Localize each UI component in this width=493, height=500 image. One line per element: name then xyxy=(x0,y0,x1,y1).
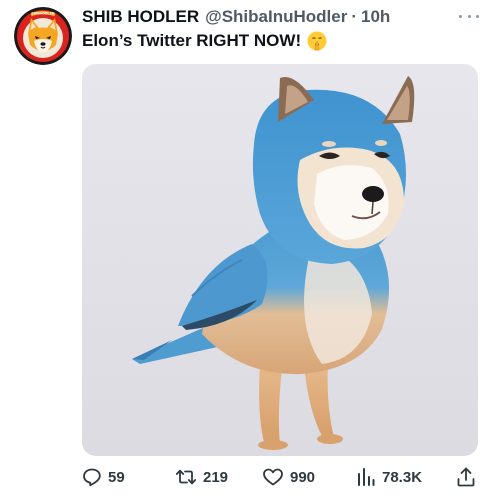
shushing-face-emoji xyxy=(307,31,327,51)
tweet-text-content: Elon’s Twitter RIGHT NOW! xyxy=(82,31,302,50)
tweet[interactable]: SHIBHODLER SHIB HODLER @ShibaInuHodler ·… xyxy=(0,0,493,500)
heart-icon xyxy=(263,468,283,486)
reply-count: 59 xyxy=(108,468,125,486)
tweet-media[interactable] xyxy=(82,64,478,456)
reply-button[interactable]: 59 xyxy=(82,462,125,492)
shiba-inu-logo-icon: SHIBHODLER xyxy=(14,7,72,65)
display-name[interactable]: SHIB HODLER xyxy=(82,7,199,27)
share-button[interactable] xyxy=(456,462,476,492)
avatar-badge-text: SHIBHODLER xyxy=(31,12,55,16)
like-count: 990 xyxy=(290,468,316,486)
views-button[interactable]: 78.3K xyxy=(356,462,422,492)
more-options-icon[interactable] xyxy=(459,10,479,22)
avatar[interactable]: SHIBHODLER xyxy=(14,7,72,65)
retweet-icon xyxy=(175,469,197,485)
user-handle[interactable]: @ShibaInuHodler xyxy=(205,7,347,27)
views-count: 78.3K xyxy=(382,468,423,486)
like-button[interactable]: 990 xyxy=(262,462,315,492)
reply-icon xyxy=(83,468,101,487)
tweet-header: SHIB HODLER @ShibaInuHodler · 10h xyxy=(82,7,483,29)
share-icon xyxy=(457,467,475,487)
retweet-count: 219 xyxy=(203,468,229,486)
tweet-text: Elon’s Twitter RIGHT NOW! xyxy=(82,31,327,51)
shiba-bird-image xyxy=(82,64,478,456)
timestamp[interactable]: 10h xyxy=(361,7,390,27)
retweet-button[interactable]: 219 xyxy=(175,462,228,492)
separator-dot: · xyxy=(351,7,357,26)
views-chart-icon xyxy=(358,468,375,486)
action-bar: 59 219 990 78.3K xyxy=(82,462,480,492)
